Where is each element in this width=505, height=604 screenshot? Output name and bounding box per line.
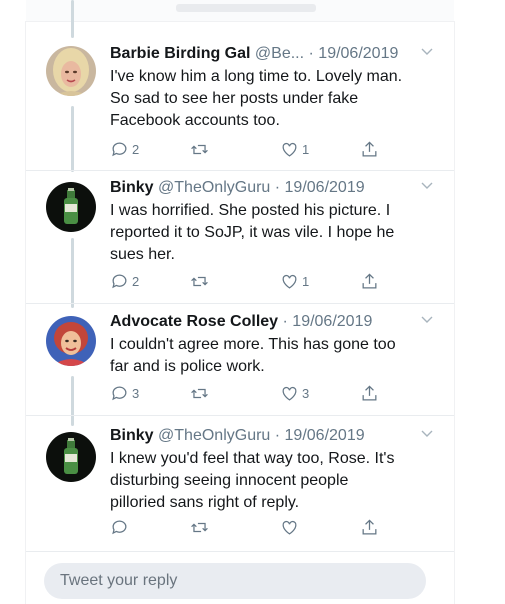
tweet-header: Advocate Rose Colley · 19/06/2019 — [110, 312, 372, 332]
red-hair-woman-avatar-icon — [46, 316, 96, 366]
reply-button[interactable] — [110, 516, 132, 538]
retweet-button[interactable] — [190, 270, 209, 292]
like-count: 1 — [302, 273, 310, 289]
heart-icon — [282, 142, 297, 157]
tweet-text-line: far and is police work. — [110, 358, 265, 375]
share-button[interactable] — [360, 382, 379, 404]
reply-button[interactable]: 3 — [110, 382, 139, 404]
divider — [26, 303, 454, 304]
tweet-actions: 3 3 — [110, 382, 410, 404]
tweet-text-line: sues her. — [110, 246, 175, 263]
tweet-text: I knew you'd feel that way too, Rose. It… — [110, 448, 430, 514]
tweet[interactable]: Advocate Rose Colley · 19/06/2019 I coul… — [40, 312, 440, 410]
tweet-actions: 2 1 — [110, 270, 410, 292]
reply-button[interactable]: 2 — [110, 270, 139, 292]
tweet-text-line: reported it to SoJP, it was vile. I hope… — [110, 224, 395, 241]
like-button[interactable]: 3 — [280, 382, 309, 404]
share-icon — [362, 384, 377, 400]
tweet-text-line: I was horrified. She posted his picture.… — [110, 202, 391, 219]
like-count: 1 — [302, 141, 310, 157]
handle-and-date: @Be... · 19/06/2019 — [254, 45, 399, 62]
retweet-icon — [191, 522, 208, 532]
tweet-text-line: I've know him a long time to. Lovely man… — [110, 68, 403, 85]
tweet[interactable]: Barbie Birding Gal @Be... · 19/06/2019 I… — [40, 44, 440, 164]
tweet-text: I was horrified. She posted his picture.… — [110, 200, 430, 266]
avatar[interactable] — [46, 432, 96, 482]
tweet-text-line: I couldn't agree more. This has gone too — [110, 336, 396, 353]
retweet-icon — [191, 388, 208, 398]
divider — [26, 415, 454, 416]
tweet-text-line: pilloried sans right of reply. — [110, 494, 300, 511]
top-bar-cutoff — [26, 0, 454, 22]
reply-icon — [112, 519, 127, 534]
divider — [26, 170, 454, 171]
tweet-text: I've know him a long time to. Lovely man… — [110, 66, 430, 132]
tweet-header: Binky @TheOnlyGuru · 19/06/2019 — [110, 426, 365, 446]
share-icon — [362, 140, 377, 156]
green-bottle-avatar-icon — [46, 432, 96, 482]
tweet-header: Binky @TheOnlyGuru · 19/06/2019 — [110, 178, 365, 198]
tweet-header: Barbie Birding Gal @Be... · 19/06/2019 — [110, 44, 398, 64]
retweet-icon — [191, 144, 208, 154]
display-name[interactable]: Binky — [110, 427, 154, 444]
tweet[interactable]: Binky @TheOnlyGuru · 19/06/2019 I was ho… — [40, 178, 440, 298]
share-button[interactable] — [360, 516, 379, 538]
reply-count: 2 — [132, 273, 140, 289]
tweet-text-line: disturbing seeing innocent people — [110, 472, 349, 489]
like-button[interactable] — [280, 516, 302, 538]
handle-and-date: · 19/06/2019 — [282, 313, 373, 330]
tweet-text-line: I knew you'd feel that way too, Rose. It… — [110, 450, 395, 467]
share-icon — [362, 272, 377, 288]
heart-icon — [282, 274, 297, 289]
display-name[interactable]: Binky — [110, 179, 154, 196]
reply-box[interactable] — [44, 563, 426, 599]
reply-button[interactable]: 2 — [110, 138, 139, 160]
blonde-woman-portrait-avatar-icon — [46, 46, 96, 96]
tweet[interactable]: Binky @TheOnlyGuru · 19/06/2019 I knew y… — [40, 426, 440, 546]
like-count: 3 — [302, 385, 310, 401]
display-name[interactable]: Barbie Birding Gal — [110, 45, 250, 62]
tweet-actions — [110, 516, 410, 538]
heart-icon — [282, 520, 297, 535]
green-bottle-avatar-icon — [46, 182, 96, 232]
divider — [26, 551, 454, 552]
reply-icon — [112, 385, 127, 400]
chevron-down-icon[interactable] — [420, 428, 434, 440]
share-icon — [362, 518, 377, 534]
like-button[interactable]: 1 — [280, 270, 309, 292]
retweet-icon — [191, 276, 208, 286]
share-button[interactable] — [360, 138, 379, 160]
reply-count: 3 — [132, 385, 140, 401]
tweet-text-line: So sad to see her posts under fake — [110, 90, 359, 107]
reply-icon — [112, 273, 127, 288]
tweet-text: I couldn't agree more. This has gone too… — [110, 334, 430, 378]
avatar[interactable] — [46, 316, 96, 366]
tweet-text-line: Facebook accounts too. — [110, 112, 280, 129]
cutoff-header-remnant — [176, 4, 316, 12]
retweet-button[interactable] — [190, 138, 209, 160]
retweet-button[interactable] — [190, 516, 209, 538]
heart-icon — [282, 386, 297, 401]
like-button[interactable]: 1 — [280, 138, 309, 160]
handle-and-date: @TheOnlyGuru · 19/06/2019 — [158, 179, 365, 196]
thread-line — [71, 0, 74, 38]
reply-count: 2 — [132, 141, 140, 157]
share-button[interactable] — [360, 270, 379, 292]
chevron-down-icon[interactable] — [420, 180, 434, 192]
avatar[interactable] — [46, 182, 96, 232]
handle-and-date: @TheOnlyGuru · 19/06/2019 — [158, 427, 365, 444]
tweet-actions: 2 1 — [110, 138, 410, 160]
chevron-down-icon[interactable] — [420, 46, 434, 58]
display-name[interactable]: Advocate Rose Colley — [110, 313, 278, 330]
reply-input[interactable] — [44, 563, 426, 599]
avatar[interactable] — [46, 46, 96, 96]
chevron-down-icon[interactable] — [420, 314, 434, 326]
reply-icon — [112, 141, 127, 156]
retweet-button[interactable] — [190, 382, 209, 404]
